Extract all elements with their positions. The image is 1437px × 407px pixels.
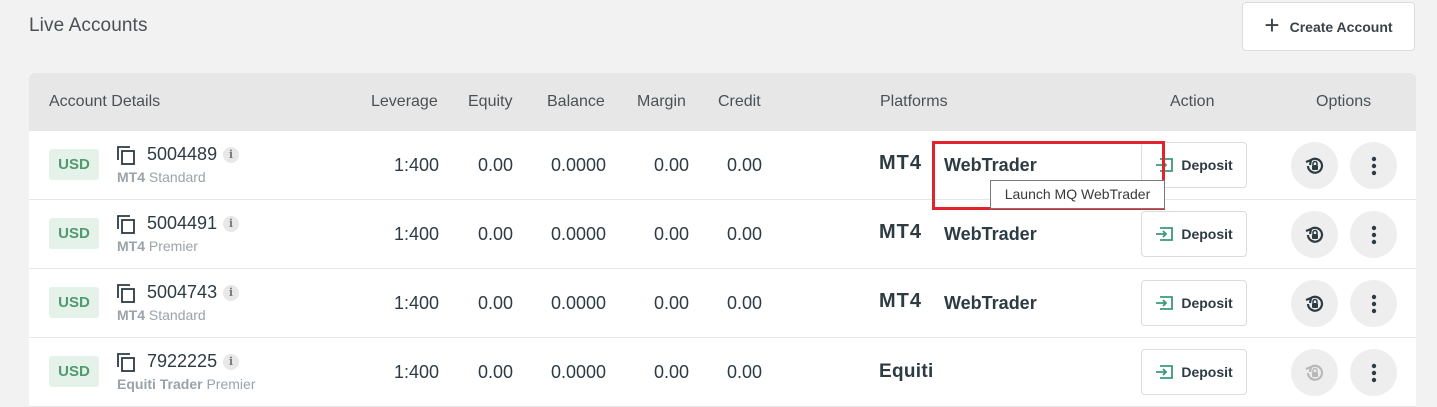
create-account-button[interactable]: + Create Account <box>1242 2 1415 51</box>
more-vertical-icon <box>1371 225 1376 244</box>
account-number: 5004491 <box>147 213 218 233</box>
table-header: Account Details Leverage Equity Balance … <box>29 73 1416 131</box>
equity-value: 0.00 <box>478 224 514 244</box>
deposit-icon <box>1156 296 1174 310</box>
margin-value: 0.00 <box>654 362 690 382</box>
reset-password-button[interactable] <box>1291 211 1338 258</box>
column-header-account-details: Account Details <box>49 93 161 110</box>
deposit-icon <box>1156 227 1174 241</box>
info-icon[interactable]: i <box>223 216 239 232</box>
deposit-label: Deposit <box>1181 226 1233 242</box>
currency-badge: USD <box>49 149 99 180</box>
leverage-value: 1:400 <box>394 224 440 244</box>
equity-value: 0.00 <box>478 362 514 382</box>
more-options-button[interactable] <box>1350 349 1397 396</box>
column-header-balance: Balance <box>547 93 605 110</box>
account-type: MT4 Standard <box>117 169 206 185</box>
deposit-icon <box>1156 365 1174 379</box>
credit-value: 0.00 <box>727 155 763 175</box>
table-row: USD 5004489 i MT4 Standard 1:400 0.00 0.… <box>29 131 1416 200</box>
mt4-logo[interactable]: MT4 <box>879 152 922 175</box>
copy-icon[interactable] <box>117 353 135 372</box>
equiti-logo[interactable]: Equiti <box>879 361 934 383</box>
webtrader-link[interactable]: WebTrader <box>944 293 1037 314</box>
reset-password-icon <box>1305 295 1323 312</box>
equity-value: 0.00 <box>478 155 514 175</box>
accounts-table: Account Details Leverage Equity Balance … <box>29 73 1416 407</box>
account-number: 5004489 <box>147 144 218 164</box>
table-row: USD 5004743 i MT4 Standard 1:400 0.00 0.… <box>29 269 1416 338</box>
more-vertical-icon <box>1371 156 1376 175</box>
leverage-value: 1:400 <box>394 362 440 382</box>
account-type: MT4 Premier <box>117 238 198 254</box>
balance-value: 0.0000 <box>551 362 607 382</box>
plus-icon: + <box>1264 10 1280 40</box>
deposit-label: Deposit <box>1181 295 1233 311</box>
copy-icon[interactable] <box>117 284 135 303</box>
live-accounts-page: Live Accounts + Create Account Account D… <box>0 0 1437 407</box>
column-header-leverage: Leverage <box>371 93 438 110</box>
info-icon[interactable]: i <box>223 147 239 163</box>
balance-value: 0.0000 <box>551 293 607 313</box>
reset-password-icon <box>1305 226 1323 243</box>
mt4-logo[interactable]: MT4 <box>879 221 922 244</box>
deposit-button[interactable]: Deposit <box>1141 280 1247 326</box>
more-vertical-icon <box>1371 294 1376 313</box>
margin-value: 0.00 <box>654 224 690 244</box>
webtrader-tooltip: Launch MQ WebTrader <box>990 180 1165 209</box>
mt4-logo[interactable]: MT4 <box>879 290 922 313</box>
account-type: MT4 Standard <box>117 307 206 323</box>
reset-password-icon <box>1305 157 1323 174</box>
create-account-label: Create Account <box>1289 18 1393 35</box>
webtrader-link[interactable]: WebTrader <box>944 224 1037 245</box>
balance-value: 0.0000 <box>551 224 607 244</box>
column-header-equity: Equity <box>468 93 513 110</box>
currency-badge: USD <box>49 218 99 249</box>
margin-value: 0.00 <box>654 155 690 175</box>
margin-value: 0.00 <box>654 293 690 313</box>
credit-value: 0.00 <box>727 224 763 244</box>
more-options-button[interactable] <box>1350 142 1397 189</box>
reset-password-icon <box>1305 364 1323 381</box>
table-row: USD 5004491 i MT4 Premier 1:400 0.00 0.0… <box>29 200 1416 269</box>
reset-password-button[interactable] <box>1291 142 1338 189</box>
more-vertical-icon <box>1371 363 1376 382</box>
deposit-button[interactable]: Deposit <box>1141 211 1247 257</box>
column-header-action: Action <box>1170 93 1215 110</box>
page-title: Live Accounts <box>29 15 148 36</box>
leverage-value: 1:400 <box>394 155 440 175</box>
column-header-margin: Margin <box>637 93 686 110</box>
equity-value: 0.00 <box>478 293 514 313</box>
info-icon[interactable]: i <box>223 354 239 370</box>
deposit-label: Deposit <box>1181 364 1233 380</box>
info-icon[interactable]: i <box>223 285 239 301</box>
credit-value: 0.00 <box>727 362 763 382</box>
leverage-value: 1:400 <box>394 293 440 313</box>
deposit-label: Deposit <box>1181 157 1233 173</box>
column-header-options: Options <box>1316 93 1372 110</box>
copy-icon[interactable] <box>117 146 135 165</box>
reset-password-button[interactable] <box>1291 349 1338 396</box>
currency-badge: USD <box>49 356 99 387</box>
more-options-button[interactable] <box>1350 211 1397 258</box>
account-number: 7922225 <box>147 351 218 371</box>
account-number: 5004743 <box>147 282 218 302</box>
account-type: Equiti Trader Premier <box>117 376 256 392</box>
copy-icon[interactable] <box>117 215 135 234</box>
deposit-button[interactable]: Deposit <box>1141 349 1247 395</box>
currency-badge: USD <box>49 287 99 318</box>
column-header-credit: Credit <box>718 93 761 110</box>
reset-password-button[interactable] <box>1291 280 1338 327</box>
table-row: USD 7922225 i Equiti Trader Premier 1:40… <box>29 338 1416 407</box>
credit-value: 0.00 <box>727 293 763 313</box>
balance-value: 0.0000 <box>551 155 607 175</box>
column-header-platforms: Platforms <box>880 93 948 110</box>
more-options-button[interactable] <box>1350 280 1397 327</box>
